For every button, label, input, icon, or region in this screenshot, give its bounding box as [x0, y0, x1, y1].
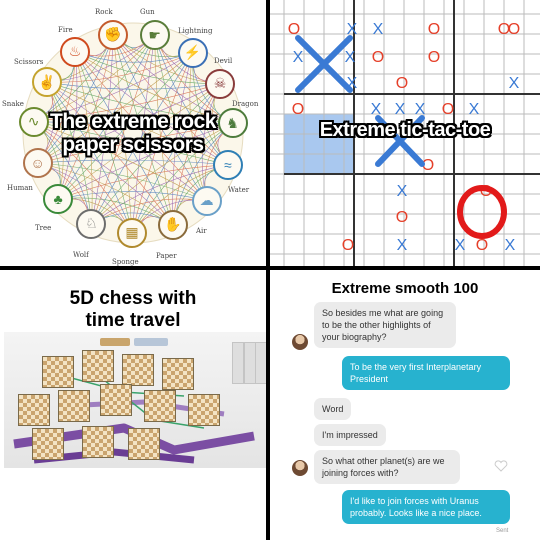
- chess-board: [188, 394, 220, 426]
- rps-node-air-icon: ☁: [191, 185, 222, 216]
- rps-label-human: Human: [7, 184, 33, 192]
- sent-status: Sent: [496, 528, 509, 534]
- avatar: [292, 460, 308, 476]
- chess-board: [122, 354, 154, 386]
- rps-label-gun: Gun: [140, 8, 155, 16]
- chess-title: 5D chess with time travel: [0, 288, 266, 332]
- message-received: I'm impressed: [314, 424, 386, 446]
- rps-node-scissors-icon: ✌: [31, 67, 62, 98]
- chess-board: [128, 428, 160, 460]
- rps-node-fire-icon: ♨: [59, 36, 90, 67]
- rps-label-paper: Paper: [156, 252, 177, 260]
- chess-board: [162, 358, 194, 390]
- avatar: [292, 334, 308, 350]
- ttt-caption: Extreme tic-tac-toe: [319, 119, 491, 141]
- chess-board: [42, 356, 74, 388]
- chess-board: [82, 350, 114, 382]
- message-received: Word: [314, 398, 352, 420]
- rps-node-devil-icon: ☠: [205, 68, 236, 99]
- rps-node-gun-icon: ☛: [139, 20, 170, 51]
- chess-board: [144, 390, 176, 422]
- chess-top-button[interactable]: [134, 338, 168, 346]
- rps-label-fire: Fire: [58, 26, 73, 34]
- chess-title-line1: 5D chess with: [69, 288, 197, 309]
- chess-side-tab[interactable]: [255, 342, 266, 384]
- rps-node-rock-icon: ✊: [98, 19, 129, 50]
- rps-node-sponge-icon: ▦: [117, 217, 148, 248]
- rps-label-rock: Rock: [95, 8, 113, 16]
- heart-icon[interactable]: [494, 460, 508, 472]
- chat-panel: Extreme smooth 100 So besides me what ar…: [270, 270, 540, 540]
- big-x-top-left: [295, 35, 353, 93]
- rps-node-lightning-icon: ⚡: [177, 37, 208, 68]
- chess-side-tab[interactable]: [232, 342, 244, 384]
- chess-board: [32, 428, 64, 460]
- chess-title-line2: time travel: [85, 310, 181, 331]
- chess-board: [100, 384, 132, 416]
- rps-label-water: Water: [228, 186, 250, 194]
- message-sent: To be the very first Interplanetary Pres…: [342, 356, 510, 390]
- rps-label-scissors: Scissors: [14, 58, 44, 66]
- rps-panel: ✊ ☛ ⚡ ☠ ♞ ≈ ☁ ✋ ▦ ♘ ♣ ☺ ∿ ✌ ♨ Rock Gun Lightning Devil…: [0, 0, 266, 266]
- rps-label-snake: Snake: [2, 100, 24, 108]
- big-o-bottom-right: [457, 185, 507, 239]
- rps-node-paper-icon: ✋: [157, 209, 188, 240]
- rps-caption: The extreme rock paper scissors: [0, 110, 266, 156]
- chess-screenshot: [4, 332, 266, 468]
- rps-label-dragon: Dragon: [232, 100, 259, 108]
- message-received: So what other planet(s) are we joining f…: [314, 450, 460, 484]
- rps-label-devil: Devil: [214, 57, 233, 65]
- chess-panel: 5D chess with time travel: [0, 270, 266, 540]
- rps-caption-line1: The extreme rock: [50, 110, 216, 133]
- rps-label-sponge: Sponge: [112, 258, 139, 266]
- ttt-panel: OXXOOOXXOOXOXOXXXOXOXOOOXXOX Extreme tic…: [270, 0, 540, 266]
- rps-label-air: Air: [196, 227, 207, 235]
- chess-board: [18, 394, 50, 426]
- rps-label-tree: Tree: [35, 224, 52, 232]
- chess-board: [58, 390, 90, 422]
- rps-label-wolf: Wolf: [73, 251, 89, 259]
- rps-caption-line2: paper scissors: [62, 133, 204, 156]
- rps-label-lightning: Lightning: [178, 27, 213, 35]
- chess-top-button[interactable]: [100, 338, 130, 346]
- chat-title: Extreme smooth 100: [331, 280, 479, 297]
- chess-board: [82, 426, 114, 458]
- message-sent: I'd like to join forces with Uranus prob…: [342, 490, 510, 524]
- message-received: So besides me what are going to be the o…: [314, 302, 456, 348]
